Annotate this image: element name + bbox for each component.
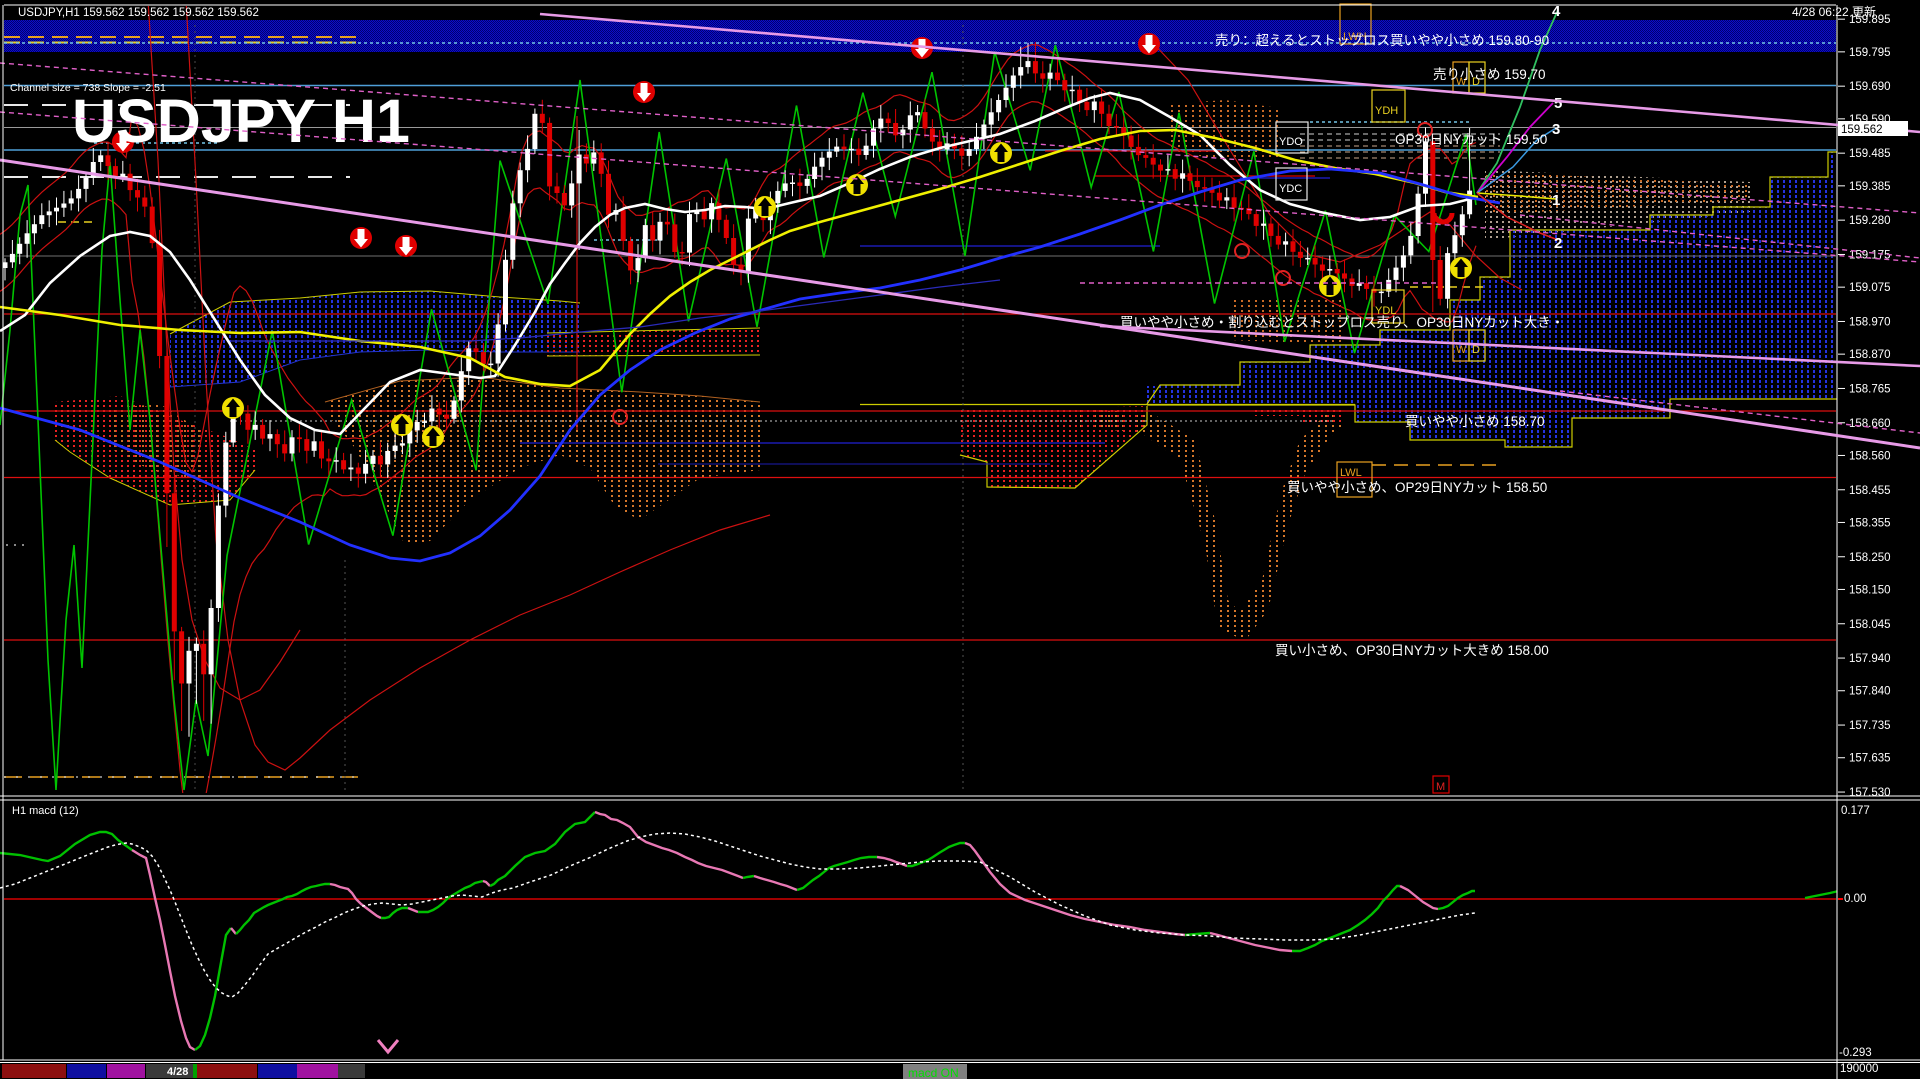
svg-text:159.385: 159.385 xyxy=(1849,181,1891,193)
svg-text:買いやや小さめ 158.70: 買いやや小さめ 158.70 xyxy=(1405,414,1545,429)
svg-text:OP30日NYカット 159.50: OP30日NYカット 159.50 xyxy=(1395,132,1547,147)
svg-text:買い小さめ、OP30日NYカット大きめ 158.00: 買い小さめ、OP30日NYカット大きめ 158.00 xyxy=(1275,643,1549,658)
svg-text:159.562: 159.562 xyxy=(1841,124,1883,136)
svg-text:YDC: YDC xyxy=(1279,183,1302,195)
svg-text:157.940: 157.940 xyxy=(1849,653,1891,665)
svg-text:158.560: 158.560 xyxy=(1849,450,1891,462)
svg-text:2: 2 xyxy=(1554,235,1562,252)
svg-text:158.250: 158.250 xyxy=(1849,552,1891,564)
svg-text:157.530: 157.530 xyxy=(1849,787,1891,799)
svg-text:USDJPY,H1 159.562 159.562 159: USDJPY,H1 159.562 159.562 159.562 159.56… xyxy=(18,7,259,19)
svg-text:190000: 190000 xyxy=(1840,1063,1878,1075)
svg-text:W: W xyxy=(1456,344,1467,356)
svg-text:159.795: 159.795 xyxy=(1849,47,1891,59)
svg-text:158.045: 158.045 xyxy=(1849,619,1891,631)
svg-text:買いやや小さめ・割り込むとストップロス売り、OP30日NYカ: 買いやや小さめ・割り込むとストップロス売り、OP30日NYカット大き・ xyxy=(1120,314,1564,330)
svg-text:159.690: 159.690 xyxy=(1849,81,1891,93)
svg-text:157.735: 157.735 xyxy=(1849,720,1891,732)
svg-text:159.280: 159.280 xyxy=(1849,215,1891,227)
svg-text:159.485: 159.485 xyxy=(1849,148,1891,160)
svg-text:158.765: 158.765 xyxy=(1849,383,1891,395)
svg-text:158.355: 158.355 xyxy=(1849,517,1891,529)
svg-text:158.870: 158.870 xyxy=(1849,349,1891,361)
svg-text:159.075: 159.075 xyxy=(1849,282,1891,294)
svg-text:D: D xyxy=(1472,344,1480,356)
svg-text:売り小さめ 159.70: 売り小さめ 159.70 xyxy=(1433,67,1546,82)
svg-text:3: 3 xyxy=(1552,121,1560,138)
svg-text:H1 macd (12): H1 macd (12) xyxy=(12,805,79,817)
svg-text:4: 4 xyxy=(1552,3,1561,20)
svg-text:YDH: YDH xyxy=(1375,105,1398,117)
svg-text:157.635: 157.635 xyxy=(1849,753,1891,765)
svg-text:買いやや小さめ、OP29日NYカット 158.50: 買いやや小さめ、OP29日NYカット 158.50 xyxy=(1287,480,1547,495)
svg-text:macd ON: macd ON xyxy=(908,1066,959,1080)
svg-text:-0.293: -0.293 xyxy=(1839,1047,1872,1059)
svg-text:0.00: 0.00 xyxy=(1844,893,1866,905)
svg-text:USDJPY H1: USDJPY H1 xyxy=(72,87,410,155)
svg-text:YDO: YDO xyxy=(1279,136,1303,148)
svg-text:5: 5 xyxy=(1554,95,1562,112)
svg-text:1: 1 xyxy=(1552,192,1560,209)
svg-text:M: M xyxy=(1436,781,1445,793)
svg-text:売り：超えるとストップロス買いやや小さめ 159.80-90: 売り：超えるとストップロス買いやや小さめ 159.80-90 xyxy=(1215,33,1549,48)
svg-text:4/28: 4/28 xyxy=(167,1066,188,1078)
svg-text:158.660: 158.660 xyxy=(1849,418,1891,430)
svg-text:158.455: 158.455 xyxy=(1849,485,1891,497)
svg-text:0.177: 0.177 xyxy=(1841,805,1870,817)
svg-text:LWL: LWL xyxy=(1340,467,1362,479)
svg-text:158.970: 158.970 xyxy=(1849,316,1891,328)
svg-text:157.840: 157.840 xyxy=(1849,686,1891,698)
svg-text:4/28 06:22 更新: 4/28 06:22 更新 xyxy=(1792,4,1876,19)
svg-text:158.150: 158.150 xyxy=(1849,584,1891,596)
